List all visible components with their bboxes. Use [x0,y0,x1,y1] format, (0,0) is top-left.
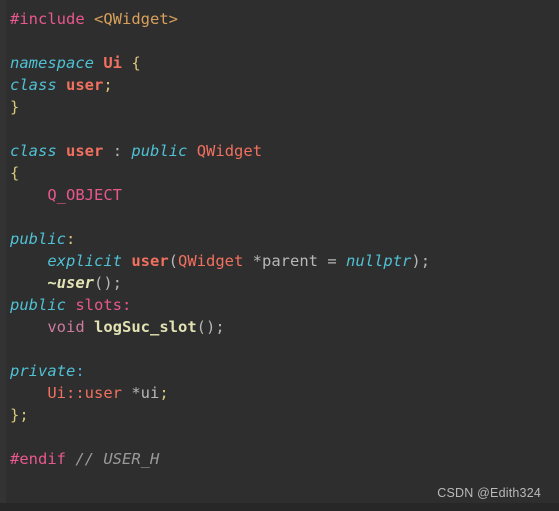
token-class-name: user [66,142,104,160]
token-pointer-star: * [252,252,263,270]
token-keyword-namespace: namespace [10,54,94,72]
token-namespace-name: Ui [103,54,123,72]
token-keyword-private: private [10,362,76,380]
code-line-18: Ui::user *ui; [6,382,559,404]
code-line-10-blank [6,206,559,228]
token-endif-comment: // USER_H [75,450,160,468]
token-member-ui: ui [140,384,160,402]
token-colon: : [75,362,85,380]
code-line-1: #include <QWidget> [6,8,559,30]
token-colon: : [122,296,132,314]
token-destructor-name: ~user [47,274,94,292]
code-line-3: namespace Ui { [6,52,559,74]
token-param-parent: parent [262,252,319,270]
token-keyword-explicit: explicit [47,252,122,270]
token-paren-close-semicolon: ); [411,252,431,270]
token-keyword-slots: slots [75,296,123,314]
code-line-16-blank [6,338,559,360]
token-empty-parens-semicolon: (); [196,318,225,336]
code-line-19: }; [6,404,559,426]
token-pointer-star: * [131,384,141,402]
code-line-5: } [6,96,559,118]
token-brace-open: { [10,164,20,182]
code-line-8: { [6,162,559,184]
code-line-21: #endif // USER_H [6,448,559,470]
token-paren-open: ( [168,252,178,270]
csdn-watermark: CSDN @Edith324 [437,486,541,500]
code-line-15: void logSuc_slot(); [6,316,559,338]
token-base-type-qwidget: QWidget [196,142,263,160]
code-line-14: public slots: [6,294,559,316]
token-colon: : [66,230,76,248]
code-line-9: Q_OBJECT [6,184,559,206]
code-line-7: class user : public QWidget [6,140,559,162]
code-line-20-blank [6,426,559,448]
token-keyword-void: void [47,318,85,336]
editor-bottom-band [0,503,559,511]
token-class-name: user [66,76,104,94]
token-function-logsuc-slot: logSuc_slot [94,318,197,336]
token-ctor-name: user [131,252,169,270]
token-include-directive: #include [10,10,85,28]
token-brace-close-semicolon: }; [10,406,29,424]
token-brace-close: } [10,98,20,116]
token-keyword-nullptr: nullptr [346,252,412,270]
code-line-2-blank [6,30,559,52]
code-content-area[interactable]: #include <QWidget> namespace Ui { class … [6,0,559,511]
code-line-17: private: [6,360,559,382]
token-colon: : [112,142,123,160]
token-keyword-public: public [131,142,188,160]
token-macro-qobject: Q_OBJECT [47,186,122,204]
token-include-path: <QWidget> [94,10,178,28]
token-empty-parens-semicolon: (); [94,274,122,292]
code-line-11: public: [6,228,559,250]
code-editor[interactable]: #include <QWidget> namespace Ui { class … [0,0,559,511]
token-equals: = [327,252,337,270]
token-semicolon: ; [103,76,113,94]
token-keyword-public: public [10,296,66,314]
code-line-12: explicit user(QWidget *parent = nullptr)… [6,250,559,272]
token-brace-open: { [131,54,141,72]
token-param-type-qwidget: QWidget [178,252,244,270]
token-keyword-public: public [10,230,66,248]
token-qualified-type-ui-user: Ui::user [47,384,122,402]
code-line-13: ~user(); [6,272,559,294]
code-line-6-blank [6,118,559,140]
token-endif-directive: #endif [10,450,66,468]
code-line-4: class user; [6,74,559,96]
token-keyword-class: class [10,76,57,94]
token-keyword-class: class [10,142,57,160]
token-semicolon: ; [159,384,169,402]
